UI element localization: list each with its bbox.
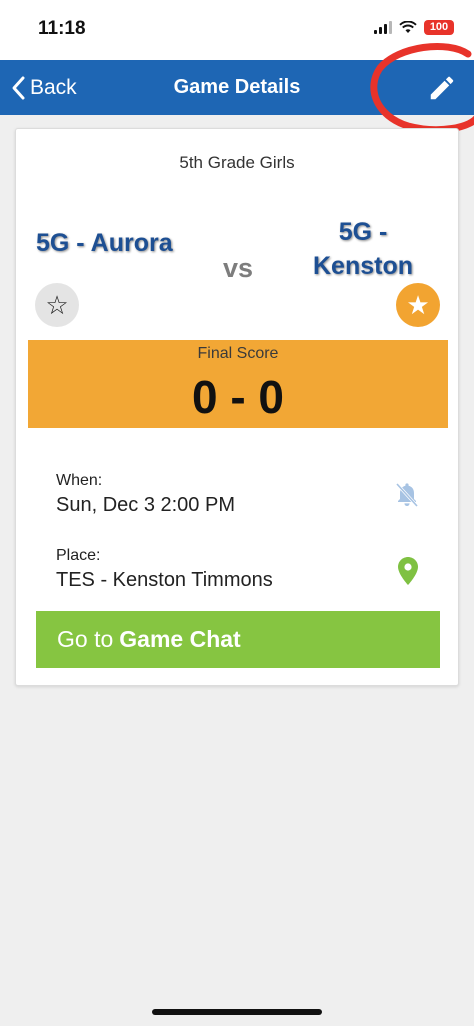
cellular-signal-icon [374,21,392,34]
game-chat-emphasis: Game Chat [119,626,241,652]
star-filled-icon: ★ [406,289,430,320]
when-value: Sun, Dec 3 2:00 PM [56,494,235,516]
back-label: Back [30,75,77,99]
battery-indicator: 100 [424,20,454,35]
home-indicator[interactable] [152,1009,322,1015]
when-label: When: [56,472,103,489]
away-team-line-2: Kenston [313,252,413,280]
game-chat-button[interactable]: Go to Game Chat [36,611,440,668]
away-team-name: 5G - Kenston [288,215,438,283]
away-favorite-button[interactable]: ★ [396,283,440,327]
home-team-name: 5G - Aurora [36,229,173,257]
chevron-left-icon [12,76,25,99]
status-icons: 100 [374,20,454,35]
score-value: 0 - 0 [191,371,285,423]
game-details-card: 5th Grade Girls 5G - Aurora vs 5G - Kens… [15,128,459,686]
status-time: 11:18 [38,18,86,39]
star-outline-icon: ☆ [45,289,69,320]
wifi-icon [399,21,417,33]
away-team-line-1: 5G - [338,218,388,246]
game-chat-prefix: Go to [57,626,114,652]
score-label: Final Score [197,345,279,362]
map-pin-icon[interactable] [398,557,418,585]
versus-label: vs [222,253,254,283]
bell-off-icon[interactable] [395,482,419,508]
annotation-circle [370,42,474,134]
score-box: Final Score 0 - 0 [28,340,448,428]
place-value: TES - Kenston Timmons [56,569,273,591]
place-label: Place: [56,547,101,564]
home-favorite-button[interactable]: ☆ [35,283,79,327]
division-label: 5th Grade Girls [179,153,295,172]
back-button[interactable]: Back [10,60,77,115]
